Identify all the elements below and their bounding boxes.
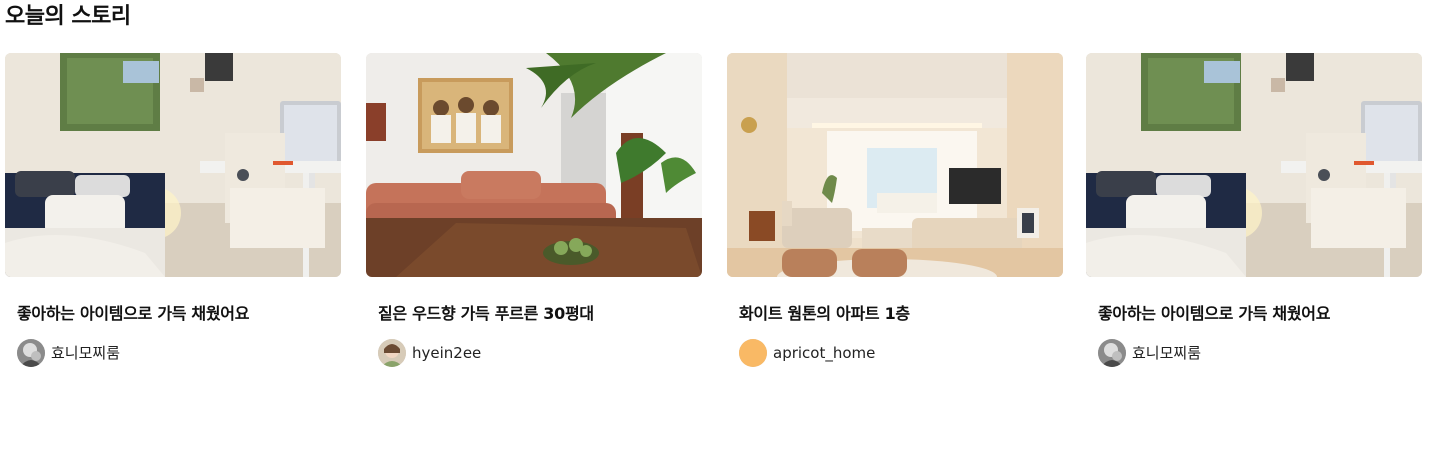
living-room-sofa-photo xyxy=(366,53,702,277)
story-title[interactable]: 좋아하는 아이템으로 가득 채웠어요 xyxy=(17,303,337,325)
story-card[interactable]: 좋아하는 아이템으로 가득 채웠어요 효니모찌룸 xyxy=(1086,53,1422,367)
bedroom-workspace-photo xyxy=(1086,53,1422,277)
story-author[interactable]: apricot_home xyxy=(739,339,875,367)
author-name: 효니모찌룸 xyxy=(1132,344,1202,362)
section-title: 오늘의 스토리 xyxy=(5,4,131,29)
white-living-room-photo xyxy=(727,53,1063,277)
story-title[interactable]: 짙은 우드향 가득 푸르른 30평대 xyxy=(378,303,698,325)
story-author[interactable]: 효니모찌룸 xyxy=(17,339,120,367)
author-name: 효니모찌룸 xyxy=(51,344,121,362)
user-photo-avatar xyxy=(1098,339,1126,367)
author-name: apricot_home xyxy=(773,344,876,362)
story-card[interactable]: 화이트 웜톤의 아파트 1층 apricot_home xyxy=(727,53,1063,367)
user-photo-avatar xyxy=(17,339,45,367)
story-card[interactable]: 좋아하는 아이템으로 가득 채웠어요 효니모찌룸 xyxy=(5,53,341,367)
story-thumbnail[interactable] xyxy=(1086,53,1422,277)
story-thumbnail[interactable] xyxy=(5,53,341,277)
story-title[interactable]: 화이트 웜톤의 아파트 1층 xyxy=(739,303,1059,325)
story-author[interactable]: 효니모찌룸 xyxy=(1098,339,1201,367)
story-card[interactable]: 짙은 우드향 가득 푸르른 30평대 hyein2ee xyxy=(366,53,702,367)
bedroom-workspace-photo xyxy=(5,53,341,277)
story-author[interactable]: hyein2ee xyxy=(378,339,481,367)
default-orange-avatar xyxy=(739,339,767,367)
story-title[interactable]: 좋아하는 아이템으로 가득 채웠어요 xyxy=(1098,303,1418,325)
user-photo-avatar xyxy=(378,339,406,367)
story-thumbnail[interactable] xyxy=(366,53,702,277)
story-thumbnail[interactable] xyxy=(727,53,1063,277)
author-name: hyein2ee xyxy=(412,344,482,362)
